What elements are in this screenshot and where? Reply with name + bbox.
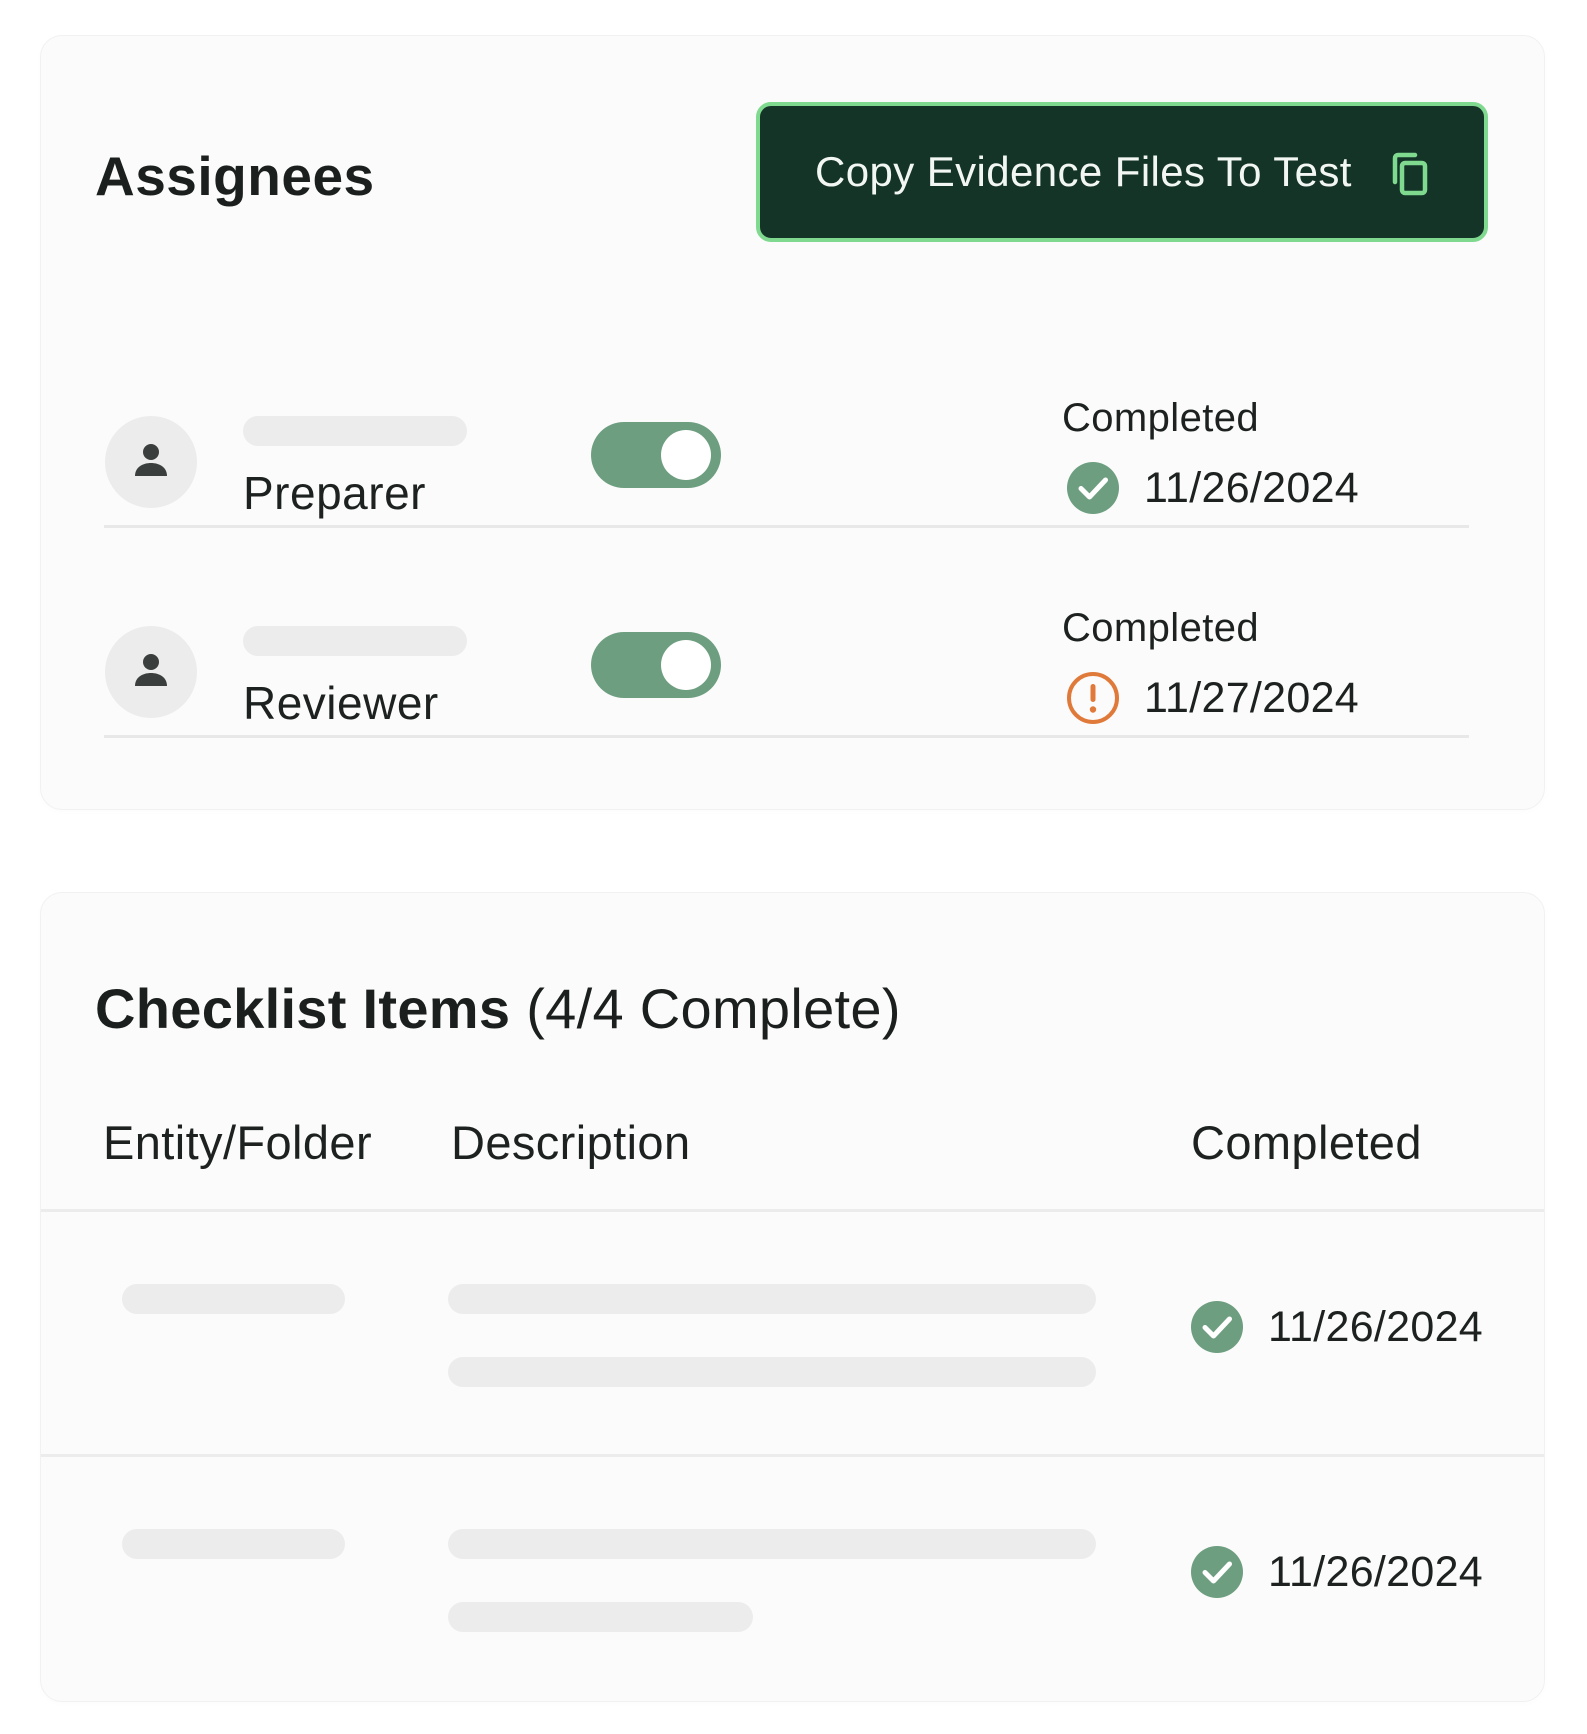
completion-date: 11/27/2024 — [1144, 674, 1360, 722]
reviewer-toggle[interactable] — [591, 632, 721, 698]
role-label: Preparer — [243, 467, 426, 519]
checklist-count: (4/4 Complete) — [526, 977, 901, 1040]
role-label: Reviewer — [243, 677, 439, 729]
checklist-card: Checklist Items (4/4 Complete) Entity/Fo… — [40, 892, 1545, 1702]
checklist-title-text: Checklist Items — [95, 977, 511, 1040]
status-label: Completed — [1062, 396, 1260, 440]
check-circle-icon — [1189, 1299, 1245, 1355]
assignees-title: Assignees — [95, 145, 375, 207]
assignee-row-reviewer: Reviewer Completed 11/27/2024 — [41, 528, 1544, 738]
table-row[interactable]: 11/26/2024 — [41, 1212, 1544, 1457]
toggle-knob — [661, 640, 711, 690]
person-icon — [131, 440, 171, 485]
status-label: Completed — [1062, 606, 1260, 650]
column-header-description: Description — [451, 1116, 691, 1169]
assignee-name-placeholder — [243, 416, 467, 446]
description-placeholder — [448, 1284, 1096, 1314]
avatar — [105, 416, 197, 508]
table-row[interactable]: 11/26/2024 — [41, 1457, 1544, 1702]
avatar — [105, 626, 197, 718]
entity-placeholder — [122, 1529, 345, 1559]
description-placeholder — [448, 1357, 1096, 1387]
check-circle-icon — [1189, 1544, 1245, 1600]
checklist-title: Checklist Items (4/4 Complete) — [95, 976, 901, 1041]
row-divider — [104, 735, 1469, 738]
assignee-name-placeholder — [243, 626, 467, 656]
check-circle-icon — [1065, 460, 1121, 516]
description-placeholder — [448, 1602, 753, 1632]
preparer-toggle[interactable] — [591, 422, 721, 488]
completion-date: 11/26/2024 — [1144, 464, 1360, 512]
completion-date: 11/26/2024 — [1268, 1303, 1484, 1351]
person-icon — [131, 650, 171, 695]
completion-date: 11/26/2024 — [1268, 1548, 1484, 1596]
description-placeholder — [448, 1529, 1096, 1559]
alert-circle-icon — [1065, 670, 1121, 726]
entity-placeholder — [122, 1284, 345, 1314]
copy-icon — [1389, 152, 1429, 201]
toggle-knob — [661, 430, 711, 480]
column-header-entity: Entity/Folder — [103, 1116, 373, 1169]
assignees-card: Assignees Copy Evidence Files To Test Pr… — [40, 35, 1545, 810]
copy-evidence-files-button[interactable]: Copy Evidence Files To Test — [756, 102, 1488, 242]
assignee-row-preparer: Preparer Completed 11/26/2024 — [41, 318, 1544, 528]
column-header-completed: Completed — [1191, 1116, 1422, 1169]
copy-evidence-files-label: Copy Evidence Files To Test — [815, 148, 1352, 195]
